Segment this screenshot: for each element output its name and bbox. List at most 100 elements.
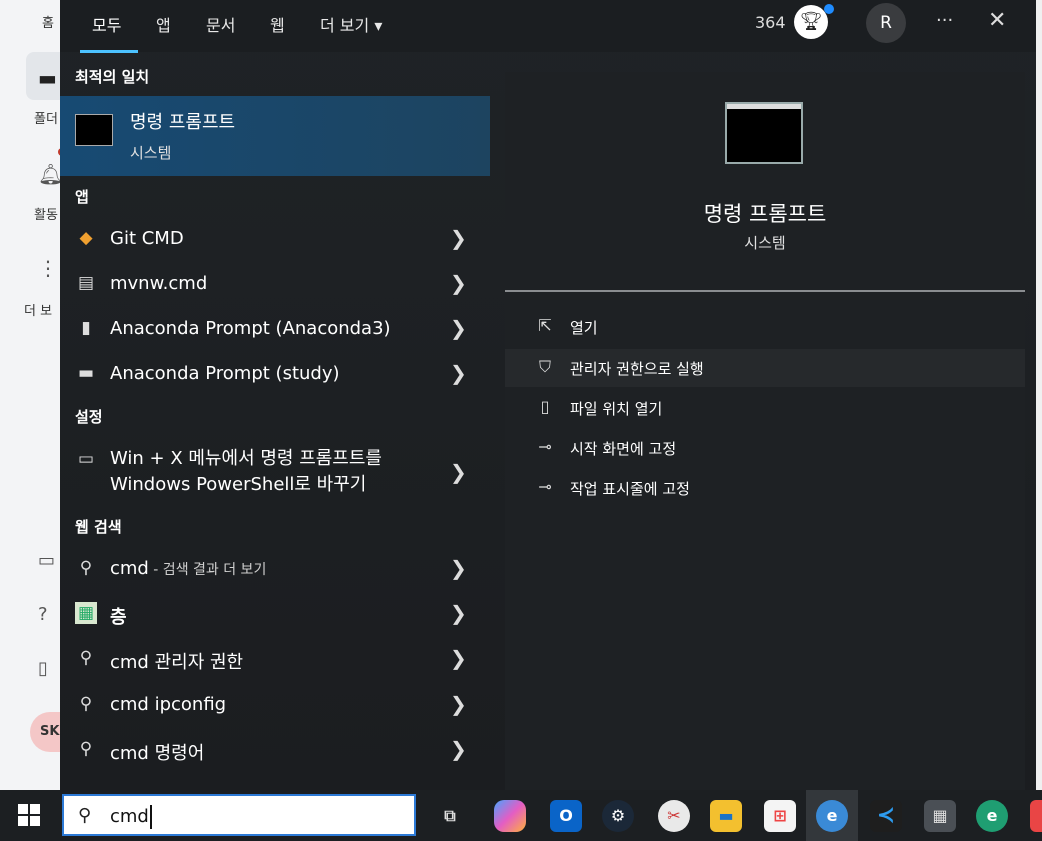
tab-documents[interactable]: 문서 xyxy=(206,12,235,40)
tab-all[interactable]: 모두 xyxy=(92,12,121,40)
section-web-search: 웹 검색 xyxy=(75,518,122,536)
list-item-web-floor[interactable]: ▦ 층 ❯ xyxy=(60,592,490,636)
file-icon: ▤ xyxy=(77,273,95,293)
chevron-right-icon[interactable]: ❯ xyxy=(450,460,467,484)
search-flyout: 모두 앱 문서 웹 더 보기 ▾ 364 🏆︎ R ··· ✕ 최적의 일치 명… xyxy=(60,0,1036,790)
tab-web[interactable]: 웹 xyxy=(270,12,285,40)
web-label: cmd ipconfig xyxy=(110,694,227,715)
preview-subtitle: 시스템 xyxy=(744,234,786,252)
open-icon: ⇱ xyxy=(538,316,552,335)
chevron-right-icon[interactable]: ❯ xyxy=(450,646,467,670)
terminal-icon: ▬ xyxy=(77,363,95,383)
steam-icon[interactable]: ⚙ xyxy=(602,800,634,832)
edge-dev-icon[interactable]: e xyxy=(816,800,848,832)
divider xyxy=(505,290,1025,292)
avatar[interactable]: SK xyxy=(30,712,62,752)
action-open-file-location[interactable]: ▯ 파일 위치 열기 xyxy=(505,389,1025,427)
action-pin-taskbar[interactable]: ⊸ 작업 표시줄에 고정 xyxy=(505,469,1025,507)
chevron-right-icon[interactable]: ❯ xyxy=(450,361,467,385)
snipping-tool-icon[interactable]: ✂ xyxy=(658,800,690,832)
section-best-match: 최적의 일치 xyxy=(75,68,150,86)
calculator-icon[interactable]: ▦ xyxy=(924,800,956,832)
list-item-anaconda-study[interactable]: ▬ Anaconda Prompt (study) ❯ xyxy=(60,352,490,396)
setting-label-line1: Win + X 메뉴에서 명령 프롬프트를 xyxy=(110,448,382,469)
windows-start-button[interactable] xyxy=(18,804,40,826)
command-prompt-icon xyxy=(725,102,803,164)
action-open[interactable]: ⇱ 열기 xyxy=(505,308,1025,346)
chevron-right-icon[interactable]: ❯ xyxy=(450,226,467,250)
chevron-right-icon[interactable]: ❯ xyxy=(450,737,467,761)
search-icon: ⚲ xyxy=(79,739,93,759)
pin-icon: ⊸ xyxy=(538,437,552,456)
web-suffix: - 검색 결과 더 보기 xyxy=(148,562,267,578)
tab-more[interactable]: 더 보기 ▾ xyxy=(320,12,382,40)
action-label: 파일 위치 열기 xyxy=(570,400,663,418)
list-item-git-cmd[interactable]: ◆ Git CMD ❯ xyxy=(60,217,490,261)
web-query: cmd xyxy=(110,558,149,579)
list-item-web-commands[interactable]: ⚲ cmd 명령어 ❯ xyxy=(60,728,490,772)
action-run-as-admin[interactable]: ⛉ 관리자 권한으로 실행 xyxy=(505,349,1025,387)
background-window-edge xyxy=(1036,0,1042,790)
action-label: 작업 표시줄에 고정 xyxy=(570,480,690,498)
search-icon: ⚲ xyxy=(79,694,93,714)
search-filter-bar: 모두 앱 문서 웹 더 보기 ▾ 364 🏆︎ R ··· ✕ xyxy=(60,0,1036,53)
web-label: 층 xyxy=(110,607,127,628)
more-options-button[interactable]: ··· xyxy=(936,10,953,31)
outlook-icon[interactable]: O xyxy=(550,800,582,832)
preview-title: 명령 프롬프트 xyxy=(703,202,827,226)
edge-icon[interactable]: e xyxy=(976,800,1008,832)
action-pin-start[interactable]: ⊸ 시작 화면에 고정 xyxy=(505,429,1025,467)
section-settings: 설정 xyxy=(75,408,103,426)
user-avatar[interactable]: R xyxy=(866,3,906,43)
copilot-icon[interactable] xyxy=(494,800,526,832)
section-apps: 앱 xyxy=(75,188,89,206)
chevron-right-icon[interactable]: ❯ xyxy=(450,601,467,625)
search-value: cmd xyxy=(110,806,149,827)
action-label: 열기 xyxy=(570,319,598,337)
monitor-icon: ▭ xyxy=(77,449,95,469)
app-label: Anaconda Prompt (study) xyxy=(110,363,340,384)
list-item-mvnw[interactable]: ▤ mvnw.cmd ❯ xyxy=(60,262,490,306)
app-label: Git CMD xyxy=(110,228,184,249)
list-item-web-ipconfig[interactable]: ⚲ cmd ipconfig ❯ xyxy=(60,683,490,727)
tab-apps[interactable]: 앱 xyxy=(156,12,171,40)
list-item-setting[interactable]: ▭ Win + X 메뉴에서 명령 프롬프트를 Windows PowerShe… xyxy=(60,446,490,498)
pin-icon: ⊸ xyxy=(538,477,552,496)
preview-pane: 명령 프롬프트 시스템 ⇱ 열기 ⛉ 관리자 권한으로 실행 ▯ 파일 위치 열… xyxy=(505,72,1025,790)
active-tab-indicator xyxy=(80,50,138,53)
app-label: mvnw.cmd xyxy=(110,273,208,294)
trophy-icon[interactable]: 🏆︎ xyxy=(794,5,828,39)
action-label: 관리자 권한으로 실행 xyxy=(570,360,704,378)
microsoft-store-icon[interactable]: ⊞ xyxy=(764,800,796,832)
chevron-right-icon[interactable]: ❯ xyxy=(450,316,467,340)
search-icon: ⚲ xyxy=(79,648,93,668)
command-prompt-icon xyxy=(75,114,113,146)
vscode-icon[interactable]: ≺ xyxy=(870,800,902,832)
folder-icon: ▯ xyxy=(540,397,550,416)
app-icon-partial[interactable] xyxy=(1030,800,1042,832)
setting-label-line2: Windows PowerShell로 바꾸기 xyxy=(110,474,367,495)
chevron-right-icon[interactable]: ❯ xyxy=(450,692,467,716)
taskbar: ⚲ cmd ⧉ O ⚙ ✂ ▬ ⊞ e ≺ ▦ e xyxy=(0,790,1042,841)
text-caret xyxy=(150,805,152,829)
rewards-points[interactable]: 364 xyxy=(755,13,786,32)
best-match-title: 명령 프롬프트 xyxy=(130,112,236,133)
notification-dot xyxy=(824,4,834,14)
list-item-web-cmd[interactable]: ⚲ cmd - 검색 결과 더 보기 ❯ xyxy=(60,547,490,591)
list-item-web-admin[interactable]: ⚲ cmd 관리자 권한 ❯ xyxy=(60,637,490,681)
web-label: cmd 명령어 xyxy=(110,743,205,764)
taskbar-search-input[interactable]: ⚲ cmd xyxy=(62,794,416,836)
list-item-anaconda3[interactable]: ▮ Anaconda Prompt (Anaconda3) ❯ xyxy=(60,307,490,351)
app-label: Anaconda Prompt (Anaconda3) xyxy=(110,318,391,339)
task-view-icon[interactable]: ⧉ xyxy=(434,800,466,832)
chevron-right-icon[interactable]: ❯ xyxy=(450,556,467,580)
web-label: cmd 관리자 권한 xyxy=(110,652,244,673)
close-button[interactable]: ✕ xyxy=(988,8,1006,33)
file-explorer-icon[interactable]: ▬ xyxy=(710,800,742,832)
web-label: cmd - 검색 결과 더 보기 xyxy=(110,558,266,579)
best-match-item[interactable]: 명령 프롬프트 시스템 xyxy=(60,96,490,176)
chevron-right-icon[interactable]: ❯ xyxy=(450,271,467,295)
image-icon: ▦ xyxy=(75,602,97,624)
document-icon: ▮ xyxy=(81,318,91,338)
shield-icon: ⛉ xyxy=(538,357,551,376)
